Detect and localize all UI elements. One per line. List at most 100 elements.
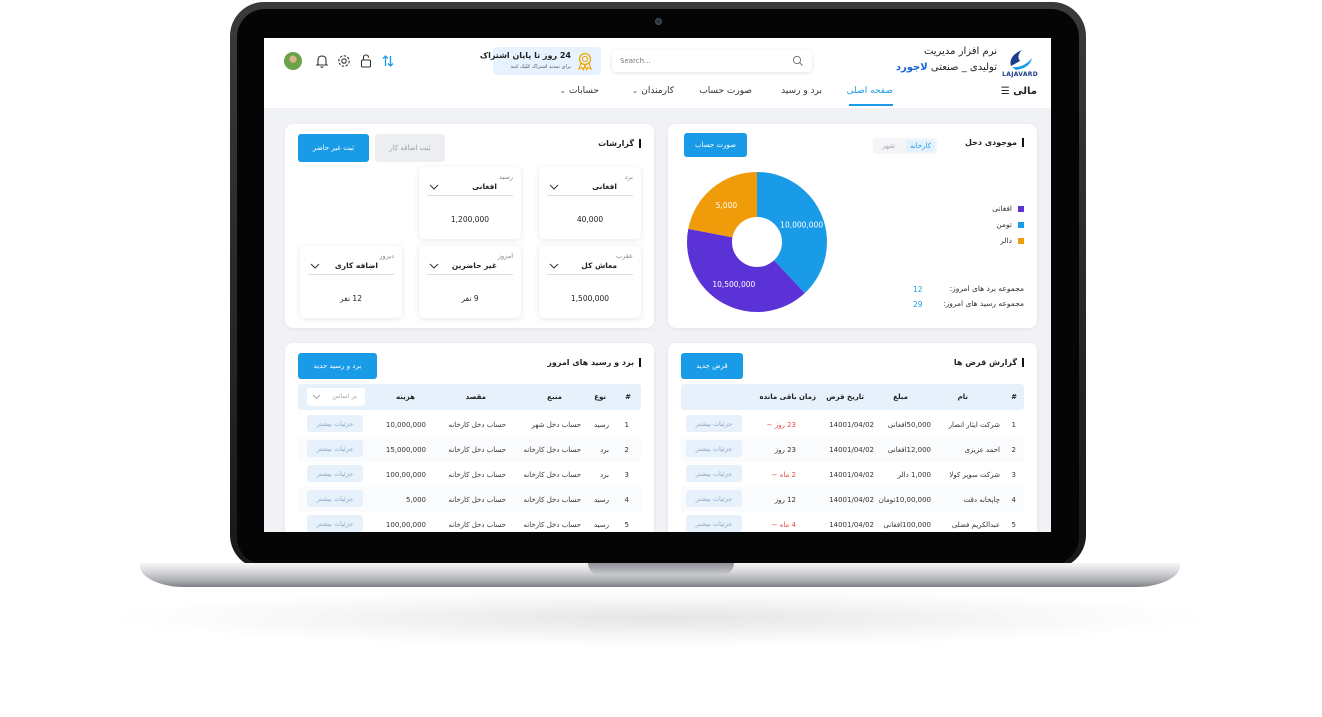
pie-hole: [732, 217, 782, 267]
report-select[interactable]: غیر حاضرین: [427, 259, 513, 275]
details-button[interactable]: جزئیات بیشتر: [686, 465, 742, 482]
currency-select[interactable]: افغانی: [547, 180, 633, 196]
chevron-down-icon: [312, 394, 321, 400]
table-row: 4 چاپخانه دقت 10,00,000تومان 14001/04/02…: [681, 487, 1024, 512]
search-box[interactable]: [612, 50, 812, 72]
new-transfer-button[interactable]: برد و رسید جدید: [298, 353, 377, 379]
absent-button[interactable]: ثبت غیر حاضر: [298, 134, 369, 162]
chevron-down-icon: [429, 184, 439, 190]
details-button[interactable]: جزئیات بیشتر: [307, 415, 363, 432]
col-loan-date: تاریخ قرض: [826, 393, 864, 401]
loans-table-header: # نام مبلغ تاریخ قرض زمان باقی مانده: [681, 384, 1024, 410]
camera-icon: [655, 18, 662, 25]
report-card-rasid[interactable]: رسید افغانی 1,200,000: [419, 167, 521, 239]
cell-destination: حساب دخل کارخانه: [448, 496, 507, 504]
currency-select[interactable]: افغانی: [427, 180, 513, 196]
tab-city[interactable]: شهر: [878, 140, 899, 152]
report-card-bord[interactable]: برد افغانی 40,000: [539, 167, 641, 239]
cell-destination: حساب دخل کارخانه: [448, 446, 507, 454]
report-card-overtime[interactable]: دیروز اضافه کاری 12 نفر: [300, 246, 402, 318]
col-destination: مقصد: [465, 393, 486, 401]
currency-select-value: افغانی: [472, 182, 497, 191]
tab-statement-label: صورت حساب: [699, 86, 752, 96]
report-select-value: معاش کل: [581, 261, 617, 270]
cell-amount: 50,000افغانی: [887, 421, 931, 429]
cell-index: 3: [1011, 471, 1016, 479]
chevron-down-icon: [429, 263, 439, 269]
tab-employees[interactable]: کارمندان ⌄: [632, 86, 674, 102]
details-button[interactable]: جزئیات بیشتر: [686, 415, 742, 432]
bell-icon[interactable]: [313, 52, 331, 70]
gear-icon[interactable]: [335, 52, 353, 70]
report-select[interactable]: اضافه کاری: [308, 259, 394, 275]
pie-slice-label: 5,000: [716, 201, 738, 210]
income-pie-chart: 10,000,000 10,500,000 5,000: [687, 172, 827, 312]
cell-type: برد: [600, 446, 609, 454]
header-icons: [284, 52, 404, 70]
statement-button[interactable]: صورت حساب: [684, 133, 747, 157]
details-button[interactable]: جزئیات بیشتر: [307, 490, 363, 507]
details-button[interactable]: جزئیات بیشتر: [307, 440, 363, 457]
legend-swatch: [1018, 238, 1024, 244]
cell-loan-date: 14001/04/02: [829, 421, 874, 429]
details-button[interactable]: جزئیات بیشتر: [307, 465, 363, 482]
cell-remaining-time: 4 ماه −: [771, 521, 796, 529]
sum-bord-value: 12: [913, 285, 923, 294]
cell-name: شرکت ایثار انصار: [948, 421, 1000, 429]
brand-line-1: نرم افزار مدیریت: [923, 46, 997, 57]
lock-icon[interactable]: [357, 52, 375, 70]
details-button[interactable]: جزئیات بیشتر: [686, 440, 742, 457]
income-card-title: موجودی دخل: [965, 138, 1024, 147]
details-button[interactable]: جزئیات بیشتر: [686, 515, 742, 532]
cell-index: 4: [624, 496, 629, 504]
tab-factory[interactable]: کارخانه: [905, 140, 935, 152]
cell-loan-date: 14001/04/02: [829, 521, 874, 529]
sum-rasid-label: مجموعه رسید های امروز:: [943, 299, 1024, 308]
new-loan-button[interactable]: قرض جدید: [681, 353, 743, 379]
report-card-value: 1,500,000: [570, 294, 610, 303]
cell-remaining-time: 2 ماه −: [771, 471, 796, 479]
loans-card: گزارش قرض ها قرض جدید # نام مبلغ تاریخ ق…: [668, 343, 1037, 532]
tab-accounts[interactable]: حسابات ⌄: [559, 86, 599, 102]
chevron-down-icon: [310, 263, 320, 269]
cell-amount: 1,000 دالر: [897, 471, 931, 479]
hamburger-icon: ☰: [1000, 86, 1010, 97]
col-cost: هزینه: [396, 393, 415, 401]
cell-type: رسید: [593, 421, 609, 429]
pie-slice-label: 10,000,000: [780, 220, 823, 229]
tab-statement[interactable]: صورت حساب: [699, 86, 752, 102]
report-card-value: 12 نفر: [340, 294, 362, 303]
details-button[interactable]: جزئیات بیشتر: [686, 490, 742, 507]
chevron-down-icon: ⌄: [631, 86, 639, 95]
sidebar-toggle[interactable]: مالی ☰: [1001, 86, 1037, 97]
cell-source: حساب دخل کارخانه: [523, 496, 582, 504]
tab-transfers-label: برد و رسید: [781, 86, 822, 96]
report-card-value: 9 نفر: [461, 294, 479, 303]
report-card-absent[interactable]: امروز غیر حاضرین 9 نفر: [419, 246, 521, 318]
logo-wordmark: LAJAVARD: [1002, 71, 1038, 78]
cell-index: 1: [624, 421, 629, 429]
details-button[interactable]: جزئیات بیشتر: [307, 515, 363, 532]
report-select[interactable]: معاش کل: [547, 259, 633, 275]
cell-index: 2: [624, 446, 629, 454]
col-name: نام: [957, 393, 968, 401]
legend-swatch: [1018, 206, 1024, 212]
tab-employees-label: کارمندان: [641, 86, 674, 96]
transfer-arrows-icon[interactable]: [379, 52, 397, 70]
tab-accounts-label: حسابات: [568, 86, 599, 96]
subscription-banner[interactable]: 24 روز تا پایان اشتراک برای تمدید اشتراک…: [480, 47, 601, 75]
report-card-salary[interactable]: عقرب معاش کل 1,500,000: [539, 246, 641, 318]
loans-table: # نام مبلغ تاریخ قرض زمان باقی مانده 1 ش…: [681, 384, 1024, 532]
avatar[interactable]: [284, 52, 302, 70]
tab-transfers[interactable]: برد و رسید: [781, 86, 822, 102]
cell-name: شرکت سوپر کولا: [949, 471, 1000, 479]
cell-cost: 10,000,000: [385, 421, 426, 429]
overtime-button[interactable]: ثبت اضافه کار: [375, 134, 445, 162]
table-row: 4 رسید حساب دخل کارخانه حساب دخل کارخانه…: [298, 487, 641, 512]
col-source: منبع: [547, 393, 562, 401]
search-input[interactable]: [620, 54, 780, 68]
filter-select-value: بر اساس: [332, 392, 357, 400]
tab-home[interactable]: صفحه اصلی: [847, 86, 893, 102]
filter-select[interactable]: بر اساس: [307, 388, 365, 406]
search-icon[interactable]: [792, 55, 804, 67]
